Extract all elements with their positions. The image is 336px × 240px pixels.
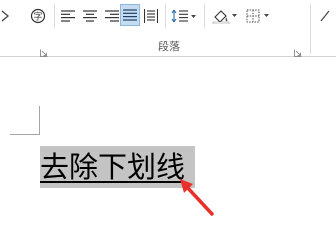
borders-icon bbox=[246, 9, 269, 23]
paragraph-dialog-launcher[interactable] bbox=[294, 42, 302, 57]
margin-corner-mark bbox=[10, 134, 40, 135]
line-spacing-icon bbox=[171, 9, 196, 23]
partial-right-button[interactable] bbox=[316, 5, 336, 27]
shading-icon bbox=[212, 10, 237, 24]
ribbon: 字 段落 bbox=[0, 0, 336, 57]
shading-button[interactable] bbox=[210, 5, 240, 27]
align-center-icon bbox=[83, 10, 97, 22]
distributed-button[interactable] bbox=[142, 5, 160, 27]
separator bbox=[204, 4, 205, 28]
red-arrow-annotation bbox=[180, 179, 214, 216]
partial-format-button[interactable] bbox=[0, 5, 10, 27]
align-right-button[interactable] bbox=[102, 5, 122, 27]
partial-icon bbox=[320, 10, 330, 22]
align-left-button[interactable] bbox=[58, 5, 78, 27]
partial-icon bbox=[1, 10, 10, 22]
dialog-launcher-icon bbox=[294, 49, 302, 57]
distributed-icon bbox=[144, 9, 158, 23]
justify-icon bbox=[123, 9, 137, 21]
separator bbox=[165, 4, 166, 28]
group-separator bbox=[310, 4, 311, 54]
dialog-launcher-icon bbox=[40, 49, 48, 57]
justify-button[interactable] bbox=[120, 4, 140, 26]
clear-format-icon: 字 bbox=[30, 8, 46, 24]
margin-corner-mark bbox=[39, 106, 40, 134]
selected-text[interactable]: 去除下划线 bbox=[40, 146, 196, 188]
align-center-button[interactable] bbox=[80, 5, 100, 27]
line-spacing-button[interactable] bbox=[170, 5, 198, 27]
clear-format-button[interactable]: 字 bbox=[28, 5, 48, 27]
align-right-icon bbox=[105, 10, 119, 22]
separator bbox=[54, 4, 55, 28]
svg-text:字: 字 bbox=[33, 11, 42, 23]
align-left-icon bbox=[61, 10, 75, 22]
paragraph-group-label: 段落 bbox=[158, 40, 180, 53]
borders-button[interactable] bbox=[244, 5, 274, 27]
font-dialog-launcher[interactable] bbox=[40, 42, 48, 57]
